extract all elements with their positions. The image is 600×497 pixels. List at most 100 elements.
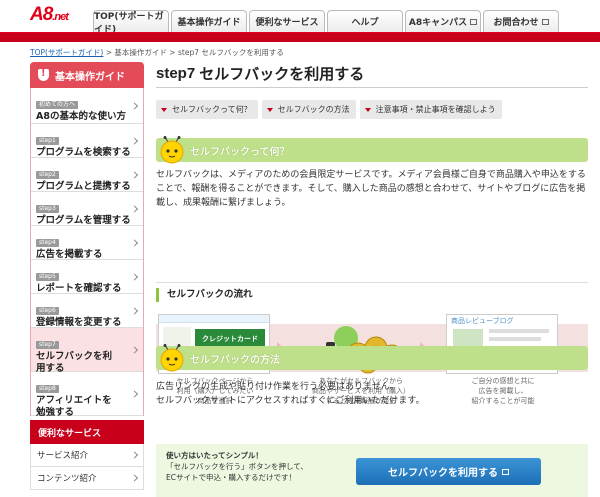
nav-tab-basic-guide[interactable]: 基本操作ガイド: [171, 10, 247, 32]
sidebar-item-step5[interactable]: step5 レポートを確認する: [31, 260, 143, 294]
section2-body: 広告リンクの生成や貼り付け作業を行う必要はありません。 セルフバックサイトにアク…: [156, 382, 425, 406]
step-tag: step7: [36, 341, 59, 349]
cta-text-line: 「セルフバックを行う」ボタンを押して、: [166, 462, 308, 471]
section-header-what: セルフバックって何？: [156, 138, 588, 162]
sidebar-item-step1[interactable]: step1 プログラムを検索する: [31, 124, 143, 158]
sidebar-item-step2[interactable]: step2 プログラムと提携する: [31, 158, 143, 192]
chevron-right-icon: [130, 306, 139, 315]
nav-tab-top[interactable]: TOP(サポートガイド): [93, 10, 169, 35]
logo-text: A8: [30, 4, 53, 25]
triangle-down-icon: [266, 107, 273, 112]
main-content: step7 セルフバックを利用する セルフバックって何？ セルフバックの方法 注…: [156, 62, 588, 406]
triangle-down-icon: [161, 107, 167, 112]
chevron-right-icon: [130, 170, 139, 179]
sidebar-item-step8[interactable]: step8 アフィリエイトを勉強する: [31, 372, 143, 418]
bee-mascot-icon: [160, 344, 184, 372]
cta-text: 使い方はいたってシンプル！ 「セルフバックを行う」ボタンを押して、 ECサイトで…: [166, 450, 308, 483]
section-title: セルフバックって何？: [190, 147, 290, 158]
section-header-how: セルフバックの方法: [156, 346, 588, 370]
button-label: セルフバックを利用する: [388, 468, 498, 479]
page-title-step: step7: [156, 64, 196, 82]
chevron-right-icon: [130, 272, 139, 281]
sidebar-item-step7[interactable]: step7 セルフバックを利用する: [31, 328, 143, 374]
step-tag: step5: [36, 273, 59, 281]
services-sidebar-header: 便利なサービス: [30, 420, 144, 444]
divider: [156, 282, 588, 283]
page-title: step7 セルフバックを利用する: [156, 62, 588, 84]
external-link-icon: [502, 468, 509, 475]
sidebar-item-basics[interactable]: 初めての方へ A8の基本的な使い方: [31, 88, 143, 124]
nav-tab-label: 便利なサービス: [255, 18, 319, 28]
use-selfback-button[interactable]: セルフバックを利用する: [356, 458, 541, 485]
review-blog-label: 商品レビューブログ: [451, 317, 514, 325]
nav-tab-label: TOP(サポートガイド): [94, 11, 164, 35]
nav-tab-label: お問合わせ: [493, 18, 539, 28]
breadcrumb-separator: >: [166, 48, 178, 57]
mock-site-header: [159, 315, 269, 323]
nav-tab-contact[interactable]: お問合わせ: [483, 10, 559, 32]
chevron-right-icon: [130, 474, 139, 482]
breadcrumb-home[interactable]: TOP(サポートガイド): [30, 48, 103, 57]
breadcrumb: TOP(サポートガイド) > 基本操作ガイド > step7 セルフバックを利用…: [30, 47, 284, 58]
anchor-label: 注意事項・禁止事項を確認しよう: [375, 105, 496, 114]
nav-tab-label: A8キャンパス: [408, 18, 468, 28]
services-sidebar: 便利なサービス サービス紹介 コンテンツ紹介: [30, 420, 144, 490]
header-red-bar: [0, 32, 600, 42]
step-tag: step3: [36, 205, 59, 213]
step-tag: step8: [36, 385, 59, 393]
anchor-how-to[interactable]: セルフバックの方法: [261, 100, 356, 119]
step-tag: step2: [36, 171, 59, 179]
nav-tab-services[interactable]: 便利なサービス: [249, 10, 325, 32]
shield-icon: [38, 68, 49, 81]
anchor-what-is-selfback[interactable]: セルフバックって何？: [156, 100, 258, 119]
sidebar: 基本操作ガイド 初めての方へ A8の基本的な使い方 step1 プログラムを検索…: [30, 62, 144, 418]
nav-tab-label: 基本操作ガイド: [177, 18, 241, 28]
page-title-text: セルフバックを利用する: [199, 64, 365, 83]
logo-suffix: .net: [52, 11, 69, 23]
sidebar-item-step6[interactable]: step6 登録情報を変更する: [31, 294, 143, 328]
step-tag: step4: [36, 239, 59, 247]
chevron-right-icon: [130, 345, 139, 354]
nav-tab-campus[interactable]: A8キャンパス: [405, 10, 481, 32]
sidebar-item-label: A8の基本的な使い方: [36, 111, 126, 122]
triangle-down-icon: [364, 107, 371, 112]
site-header: A8.net TOP(サポートガイド) 基本操作ガイド 便利なサービス ヘルプ …: [0, 0, 600, 35]
anchor-label: セルフバックって何？: [172, 105, 252, 114]
sidebar-item-label: サービス紹介: [37, 451, 89, 461]
flow-title: セルフバックの流れ: [156, 288, 588, 302]
sidebar-item-step3[interactable]: step3 プログラムを管理する: [31, 192, 143, 226]
anchor-links: セルフバックって何？ セルフバックの方法 注意事項・禁止事項を確認しよう: [156, 100, 502, 119]
sidebar-item-label: アフィリエイトを勉強する: [36, 395, 112, 418]
sidebar-item-label: コンテンツ紹介: [37, 474, 97, 484]
sidebar-item-step4[interactable]: step4 広告を掲載する: [31, 226, 143, 260]
breadcrumb-separator: >: [103, 48, 115, 57]
cta-box: 使い方はいたってシンプル！ 「セルフバックを行う」ボタンを押して、 ECサイトで…: [156, 444, 588, 497]
a8-logo[interactable]: A8.net: [30, 4, 69, 26]
external-link-icon: [470, 18, 478, 25]
cta-text-line: 使い方はいたってシンプル！: [166, 451, 263, 460]
chevron-right-icon: [130, 389, 139, 398]
chevron-right-icon: [130, 101, 139, 110]
nav-tab-label: ヘルプ: [351, 18, 379, 28]
step-tag: step1: [36, 137, 59, 145]
breadcrumb-guide[interactable]: 基本操作ガイド: [114, 48, 167, 57]
sidebar-item-content-intro[interactable]: コンテンツ紹介: [30, 467, 144, 490]
anchor-notes[interactable]: 注意事項・禁止事項を確認しよう: [359, 100, 502, 119]
breadcrumb-current: step7 セルフバックを利用する: [177, 48, 284, 57]
global-nav: TOP(サポートガイド) 基本操作ガイド 便利なサービス ヘルプ A8キャンパス…: [93, 10, 559, 35]
section-title: セルフバックの方法: [190, 355, 280, 366]
anchor-label: セルフバックの方法: [277, 105, 350, 114]
mock-blog-line: [489, 329, 549, 333]
chevron-right-icon: [130, 238, 139, 247]
sidebar-item-service-intro[interactable]: サービス紹介: [30, 444, 144, 467]
step-tag: step6: [36, 307, 59, 315]
nav-tab-help[interactable]: ヘルプ: [327, 10, 403, 32]
step-tag: 初めての方へ: [36, 101, 79, 109]
external-link-icon: [541, 18, 549, 25]
divider: [156, 87, 588, 88]
chevron-right-icon: [130, 451, 139, 459]
mock-blog-line: [489, 337, 541, 341]
chevron-right-icon: [130, 136, 139, 145]
sidebar-title: 基本操作ガイド: [55, 71, 125, 83]
sidebar-header: 基本操作ガイド: [30, 62, 144, 88]
